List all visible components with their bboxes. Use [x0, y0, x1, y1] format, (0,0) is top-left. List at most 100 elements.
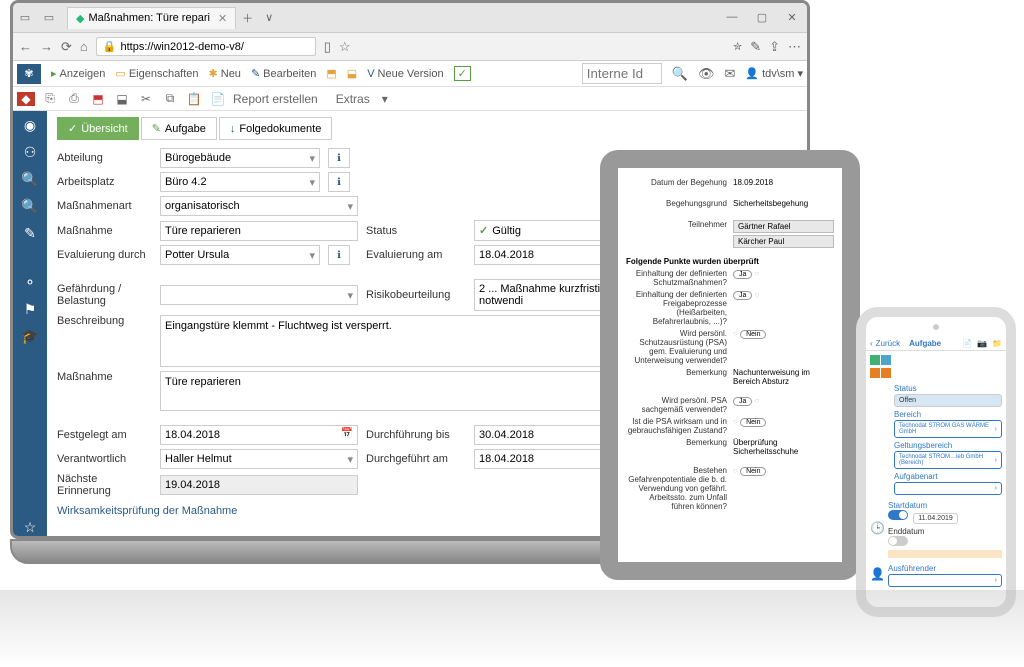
sidebar-star-icon[interactable]: ☆: [24, 519, 37, 536]
phone-camera-icon[interactable]: 📷: [977, 339, 987, 348]
tab-folgedokumente[interactable]: ↓Folgedokumente: [219, 117, 332, 140]
ph-field-startdatum[interactable]: 11.04.2019: [913, 513, 958, 524]
sidebar-tree-icon[interactable]: ⚇: [24, 144, 37, 161]
eigenschaften-button[interactable]: ▭Eigenschaften: [115, 67, 198, 80]
field-massnahme[interactable]: Türe reparieren: [160, 221, 358, 241]
ph-sec-start: Startdatum: [888, 501, 1002, 510]
app-logo-icon[interactable]: ✾: [17, 64, 41, 84]
copy-icon[interactable]: ⧉: [161, 91, 179, 106]
ph-field-status[interactable]: Offen: [894, 394, 1002, 407]
tq6: Bestehen Gefahrenpotentiale die b. d. Ve…: [626, 466, 727, 511]
forward-icon[interactable]: →: [40, 39, 53, 54]
neue-version-button[interactable]: VNeue Version: [367, 68, 443, 80]
mail-icon[interactable]: ✉: [724, 66, 735, 82]
address-bar[interactable]: 🔒 https://win2012-demo-v8/: [96, 37, 316, 56]
user-menu[interactable]: 👤tdv\sm▾: [745, 67, 803, 80]
maximize-button[interactable]: ▢: [747, 11, 777, 24]
field-arbeitsplatz[interactable]: Büro 4.2: [160, 172, 320, 192]
label-abteilung: Abteilung: [57, 152, 152, 164]
home-icon[interactable]: ⌂: [80, 39, 88, 54]
favorite-icon[interactable]: ☆: [339, 39, 351, 55]
radio-nein[interactable]: Nein: [740, 330, 766, 339]
phone-back[interactable]: Zurück: [876, 339, 900, 348]
field-action-icon[interactable]: ℹ: [328, 245, 350, 265]
minimize-button[interactable]: —: [717, 11, 747, 24]
radio-ja[interactable]: Ja: [733, 291, 752, 300]
bearbeiten-button[interactable]: ✎Bearbeiten: [251, 67, 316, 80]
radio-ja[interactable]: Ja: [733, 270, 752, 279]
toolbar-icon[interactable]: ⎙: [65, 91, 83, 106]
toolbar-icon[interactable]: ⬒: [326, 67, 336, 80]
favorites-bar-icon[interactable]: ✮: [733, 40, 742, 53]
toggle-end[interactable]: [888, 536, 908, 546]
sidebar-share-icon[interactable]: ⚬: [24, 274, 36, 291]
phone-attach-icon[interactable]: 📄: [962, 339, 972, 348]
field-festgelegt[interactable]: 18.04.2018: [160, 425, 358, 445]
app-toolbar: ✾ ▸Anzeigen ▭Eigenschaften ✱Neu ✎Bearbei…: [13, 61, 807, 87]
field-verantwortlich[interactable]: Haller Helmut: [160, 449, 358, 469]
toggle-start[interactable]: [888, 510, 908, 520]
report-icon[interactable]: 📄: [209, 92, 227, 106]
report-button[interactable]: Report erstellen: [233, 92, 318, 106]
app-window-icon[interactable]: ▭: [13, 11, 37, 24]
ph-field-bereich[interactable]: Technodat STROM GAS WÄRME GmbH›: [894, 420, 1002, 438]
interne-id-input[interactable]: [582, 63, 662, 84]
more-icon[interactable]: ⋯: [788, 39, 801, 55]
field-massnahme2[interactable]: Türe reparieren: [160, 371, 672, 411]
back-icon[interactable]: ←: [19, 39, 32, 54]
phone-back-icon[interactable]: ‹: [870, 339, 873, 348]
refresh-icon[interactable]: ⟳: [61, 39, 72, 55]
neu-button[interactable]: ✱Neu: [209, 67, 241, 80]
field-action-icon[interactable]: ℹ: [328, 172, 350, 192]
sidebar-dashboard-icon[interactable]: ◉: [24, 117, 36, 134]
field-massnahmenart[interactable]: organisatorisch: [160, 196, 358, 216]
browser-tab[interactable]: ◆ Maßnahmen: Türe repari ✕: [67, 7, 236, 29]
app-window-icon[interactable]: ▭: [37, 11, 61, 24]
close-tab-icon[interactable]: ✕: [218, 12, 227, 25]
radio-nein[interactable]: Nein: [740, 418, 766, 427]
share-icon[interactable]: ⇪: [769, 39, 780, 55]
sub-logo-icon: ◆: [17, 92, 35, 106]
tab-actions-icon[interactable]: ∨: [265, 11, 273, 24]
cut-icon[interactable]: ✂: [137, 92, 155, 106]
wirksamkeit-link[interactable]: Wirksamkeitsprüfung der Maßnahme: [57, 505, 672, 517]
phone-folder-icon[interactable]: 📁: [992, 339, 1002, 348]
ph-field-aufgabenart[interactable]: ›: [894, 482, 1002, 495]
field-beschreibung[interactable]: Eingangstüre klemmt - Fluchtweg ist vers…: [160, 315, 672, 367]
tab-aufgabe[interactable]: ✎Aufgabe: [141, 117, 217, 140]
notes-icon[interactable]: ✎: [750, 39, 761, 55]
toolbar-icon[interactable]: ⬓: [347, 67, 357, 80]
sidebar-search-icon[interactable]: 🔍: [21, 171, 38, 188]
tab-uebersicht[interactable]: ✓Übersicht: [57, 117, 139, 140]
eye-icon[interactable]: 👁: [698, 66, 715, 82]
ph-sec-aufgabenart: Aufgabenart: [894, 472, 1002, 481]
paste-icon[interactable]: 📋: [185, 92, 203, 106]
radio-nein[interactable]: Nein: [740, 467, 766, 476]
ok-button[interactable]: ✓: [454, 66, 471, 81]
search-icon[interactable]: 🔍: [672, 66, 688, 82]
field-evaluierung-durch[interactable]: Potter Ursula: [160, 245, 320, 265]
toolbar-icon[interactable]: ⬓: [113, 92, 131, 106]
radio-ja[interactable]: Ja: [733, 397, 752, 406]
ph-field-ausf[interactable]: ›: [888, 574, 1002, 587]
anzeigen-button[interactable]: ▸Anzeigen: [51, 67, 105, 80]
sidebar-flag-icon[interactable]: ⚑: [24, 301, 37, 318]
sidebar-search2-icon[interactable]: 🔍: [21, 198, 38, 215]
sidebar-edit-icon[interactable]: ✎: [24, 225, 36, 242]
label-verantwortlich: Verantwortlich: [57, 453, 152, 465]
sidebar-grad-icon[interactable]: 🎓: [21, 328, 38, 345]
reader-icon[interactable]: ▯: [324, 39, 331, 55]
toolbar-icon[interactable]: ⬒: [89, 92, 107, 106]
label-arbeitsplatz: Arbeitsplatz: [57, 176, 152, 188]
extras-menu[interactable]: Extras: [336, 92, 370, 106]
label-evaluierung-durch: Evaluierung durch: [57, 249, 152, 261]
field-abteilung[interactable]: Bürogebäude: [160, 148, 320, 168]
field-action-icon[interactable]: ℹ: [328, 148, 350, 168]
new-tab-button[interactable]: ＋: [242, 10, 253, 26]
field-gefaehrdung[interactable]: [160, 285, 358, 305]
close-window-button[interactable]: ✕: [777, 11, 807, 24]
tval-bemerk2: Überprüfung Sicherheitsschuhe: [733, 438, 834, 456]
ph-field-geltung[interactable]: Technodat STROM…ieb GmbH (Bereich)›: [894, 451, 1002, 469]
ph-sec-ausf: Ausführender: [888, 564, 1002, 573]
toolbar-icon[interactable]: ⎘: [41, 91, 59, 106]
